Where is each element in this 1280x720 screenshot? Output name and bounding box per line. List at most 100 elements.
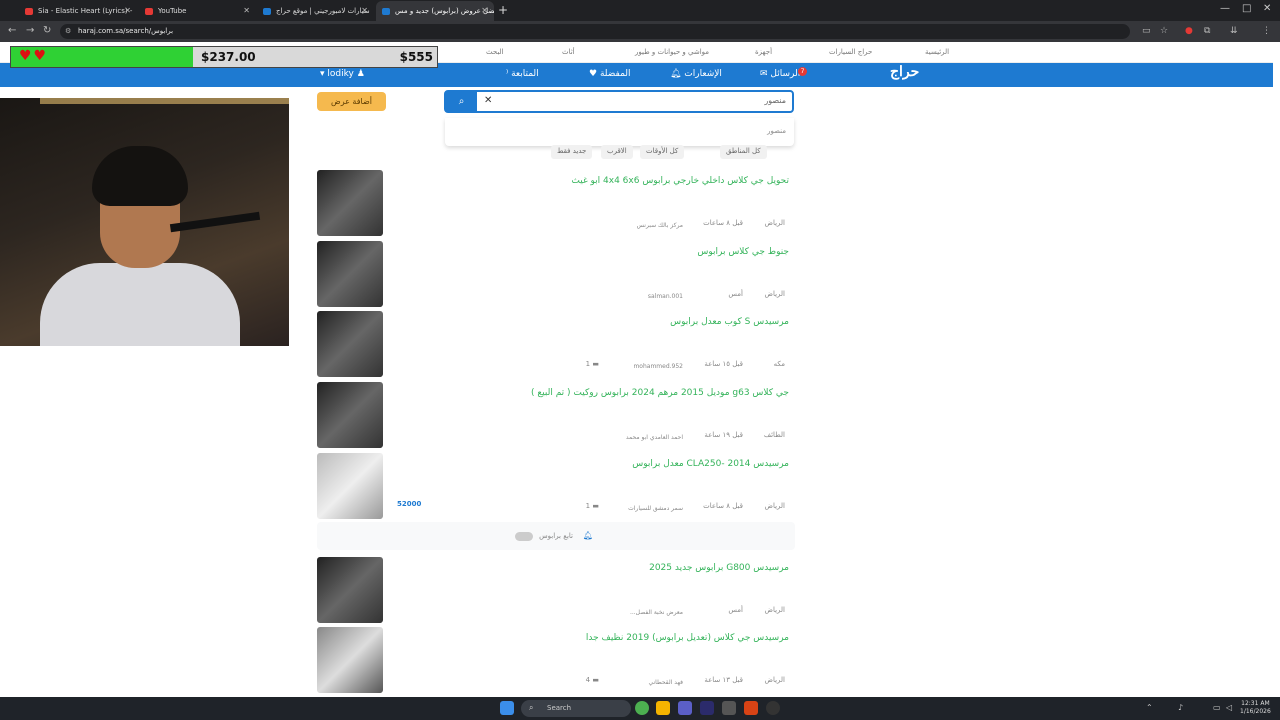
cast-icon[interactable]: ▭ xyxy=(1142,26,1151,36)
listing-title[interactable]: مرسيدس G800 برابوس جديد 2025 xyxy=(649,563,789,573)
nav-favorites[interactable]: ♥ المفضلة xyxy=(589,69,631,79)
add-offer-button[interactable]: أضافة عرض xyxy=(317,92,386,111)
taskbar-clock[interactable]: 12:31 AM 1/16/2026 xyxy=(1240,700,1271,716)
listing-title[interactable]: مرسيدس 2014 -CLA250 معدل برابوس xyxy=(632,459,789,469)
obs-icon[interactable] xyxy=(744,701,758,715)
listing-image[interactable] xyxy=(317,557,383,623)
comment-count: 1 ▬ xyxy=(586,360,599,368)
listing-item[interactable]: مرسيدس G800 برابوس جديد 2025 الرياض أمس معر… xyxy=(317,557,795,624)
filter-regions[interactable]: كل المناطق xyxy=(720,145,767,159)
username: lodiky xyxy=(327,69,354,79)
close-icon[interactable]: ✕ xyxy=(243,6,250,15)
mic-icon[interactable]: ♪ xyxy=(1178,703,1183,712)
tab-label: سيارات لامبورجيني | موقع حراج xyxy=(276,7,370,15)
downloads-icon[interactable]: ⇊ xyxy=(1230,26,1238,36)
minimize-icon[interactable]: — xyxy=(1220,3,1230,14)
filter-label: كل المناطق xyxy=(726,147,761,155)
tab-brabus-active[interactable]: افضل عروض (برابوس) جديد و مس ✕ xyxy=(376,1,494,21)
site-logo[interactable]: حراج xyxy=(890,64,919,80)
app-circle-icon[interactable] xyxy=(766,701,780,715)
teams-icon[interactable] xyxy=(678,701,692,715)
listing-title[interactable]: تحويل جي كلاس داخلي خارجي برابوس 4x4 6x6… xyxy=(571,176,789,186)
reload-icon[interactable]: ↻ xyxy=(43,25,51,36)
follow-toggle[interactable] xyxy=(515,532,533,541)
windows-start-icon[interactable] xyxy=(500,701,514,715)
haraj-icon xyxy=(263,7,271,15)
listing-title[interactable]: مرسيدس جي كلاس (تعديل برابوس) 2019 نظيف … xyxy=(586,633,789,643)
search-icon[interactable]: ⌕ xyxy=(446,92,477,111)
extensions-icon[interactable]: ⧉ xyxy=(1204,26,1210,36)
listing-image[interactable] xyxy=(317,170,383,236)
nav-user-menu[interactable]: ▾ lodiky ♟ xyxy=(320,69,365,79)
listing-item[interactable]: مرسيدس 2014 -CLA250 معدل برابوس الرياض قبل… xyxy=(317,453,795,520)
filter-times[interactable]: كل الأوقات xyxy=(640,145,685,159)
app-icon[interactable] xyxy=(722,701,736,715)
back-icon[interactable]: ← xyxy=(8,25,16,36)
premiere-icon[interactable] xyxy=(700,701,714,715)
nav-furniture[interactable]: أثاث xyxy=(562,48,575,56)
comment-count-value: 4 xyxy=(585,676,591,684)
listing-title[interactable]: جي كلاس g63 موديل 2015 مرهم 2024 برابوس … xyxy=(531,388,789,398)
comment-icon: ▬ xyxy=(592,676,599,684)
nav-notifications[interactable]: 🔔︎ الإشعارات xyxy=(670,69,722,79)
listing-user[interactable]: salman.001 xyxy=(648,293,683,300)
bookmark-star-icon[interactable]: ☆ xyxy=(1160,26,1168,36)
tab-lamborghini[interactable]: سيارات لامبورجيني | موقع حراج ✕ xyxy=(257,1,374,21)
nav-following[interactable]: ⁾ المتابعة xyxy=(506,69,539,79)
tab-elastic-heart[interactable]: Sia - Elastic Heart (Lyrics) - ✕ xyxy=(19,1,137,21)
listing-user[interactable]: معرض نخبة الفصل... xyxy=(630,609,683,616)
tray-chevron-icon[interactable]: ⌃ xyxy=(1146,703,1153,712)
search-box[interactable]: ⌕ ✕ منصور xyxy=(444,90,794,113)
forward-icon[interactable]: → xyxy=(26,25,34,36)
listing-title[interactable]: جنوط جي كلاس برابوس xyxy=(697,247,789,257)
listing-city: الرياض xyxy=(764,290,785,298)
nav-cars[interactable]: حراج السيارات xyxy=(829,48,872,56)
close-window-icon[interactable]: ✕ xyxy=(1263,3,1271,14)
tab-youtube[interactable]: YouTube ✕ xyxy=(139,1,256,21)
nav-home[interactable]: الرئيسية xyxy=(925,48,949,56)
taskbar-search[interactable]: ⌕ Search xyxy=(521,700,631,717)
listing-item[interactable]: جنوط جي كلاس برابوس الرياض أمس salman.001 xyxy=(317,241,795,308)
extension-icon[interactable]: ● xyxy=(1185,26,1193,36)
listing-title[interactable]: مرسيدس S كوب معدل برابوس xyxy=(670,317,789,327)
listing-user[interactable]: فهد القحطاني xyxy=(648,679,683,686)
close-icon[interactable]: ✕ xyxy=(481,6,488,15)
close-icon[interactable]: ✕ xyxy=(361,6,368,15)
nav-devices[interactable]: أجهزة xyxy=(755,48,772,56)
close-icon[interactable]: ✕ xyxy=(124,6,131,15)
listing-image[interactable] xyxy=(317,453,383,519)
listing-image[interactable] xyxy=(317,311,383,377)
suggestion-item[interactable]: منصور xyxy=(767,127,786,135)
site-info-icon[interactable]: ⚙ xyxy=(65,27,71,35)
menu-icon[interactable]: ⋮ xyxy=(1262,26,1271,36)
nav-messages[interactable]: ✉ الرسائل xyxy=(760,69,800,79)
listing-time: قبل ٨ ساعات xyxy=(703,219,743,227)
filter-nearest[interactable]: الاقرب xyxy=(601,145,633,159)
comment-count: 4 ▬ xyxy=(586,676,599,684)
listing-user[interactable]: mohammed.952 xyxy=(633,363,683,370)
network-icon[interactable]: ▭ xyxy=(1213,703,1221,712)
listing-item[interactable]: جي كلاس g63 موديل 2015 مرهم 2024 برابوس … xyxy=(317,382,795,449)
chrome-icon[interactable] xyxy=(635,701,649,715)
listing-item[interactable]: مرسيدس جي كلاس (تعديل برابوس) 2019 نظيف … xyxy=(317,627,795,694)
clear-icon[interactable]: ✕ xyxy=(484,95,492,106)
new-tab-icon[interactable]: + xyxy=(498,3,508,17)
url-field[interactable]: ⚙ haraj.com.sa/search/برابوس xyxy=(60,24,1130,39)
listing-image[interactable] xyxy=(317,627,383,693)
listing-item[interactable]: مرسيدس S كوب معدل برابوس مكه قبل ١٥ ساعة mo… xyxy=(317,311,795,378)
listing-user[interactable]: سمر دمشق للسيارات xyxy=(628,505,683,512)
file-explorer-icon[interactable] xyxy=(656,701,670,715)
nav-animals[interactable]: مواشي و حيوانات و طيور xyxy=(635,48,709,56)
listing-item[interactable]: تحويل جي كلاس داخلي خارجي برابوس 4x4 6x6… xyxy=(317,170,795,237)
listing-image[interactable] xyxy=(317,241,383,307)
nav-search[interactable]: البحث xyxy=(486,48,504,56)
notifications-label: الإشعارات xyxy=(684,69,722,79)
search-input[interactable]: منصور xyxy=(764,96,786,105)
volume-icon[interactable]: ◁ xyxy=(1226,703,1232,712)
listing-image[interactable] xyxy=(317,382,383,448)
url-text: haraj.com.sa/search/برابوس xyxy=(78,27,174,35)
listing-user[interactable]: مركز بالك سبرنس xyxy=(637,222,683,229)
filter-new-only[interactable]: جديد فقط xyxy=(551,145,593,159)
maximize-icon[interactable]: □ xyxy=(1242,3,1251,14)
listing-user[interactable]: احمد العامدي ابو محمد xyxy=(626,434,683,441)
